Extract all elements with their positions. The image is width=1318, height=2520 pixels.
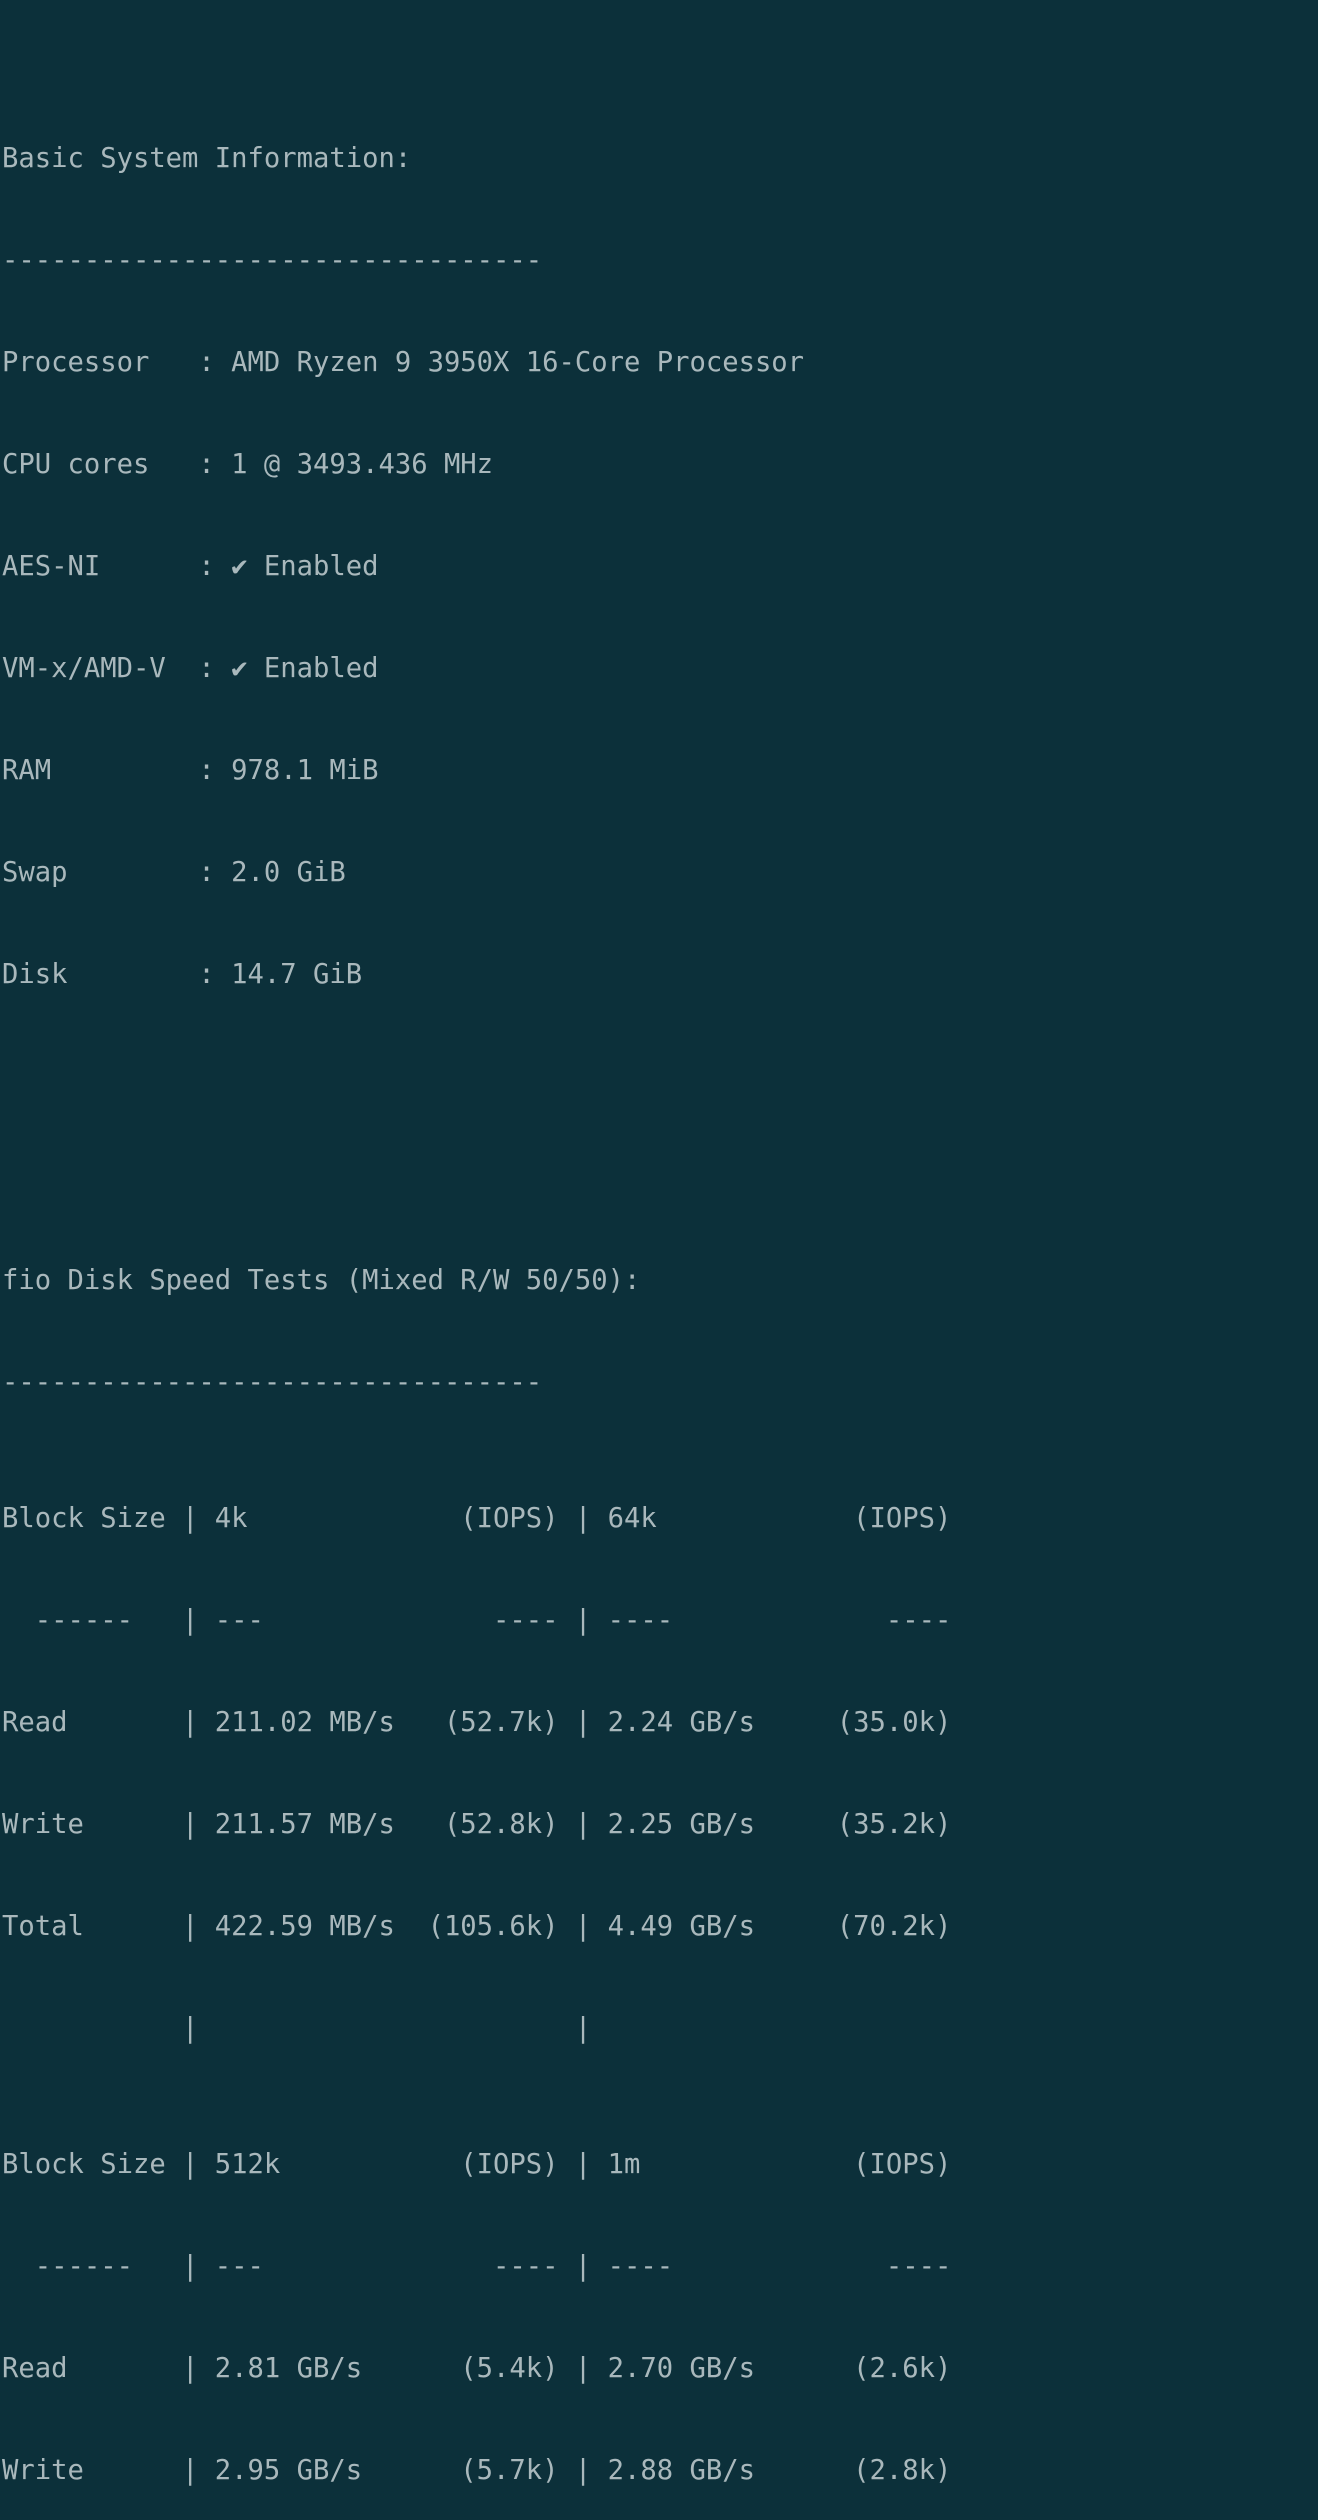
fio-block-1-header: Block Size | 512k (IOPS) | 1m (IOPS) — [2, 2149, 952, 2180]
basic-system-information-rule: --------------------------------- — [2, 245, 543, 276]
fio-block-0-header: Block Size | 4k (IOPS) | 64k (IOPS) — [2, 1503, 952, 1534]
terminal-output: Basic System Information: --------------… — [0, 0, 1318, 2486]
fio-block-0-pipe-spacer: | | — [2, 2013, 592, 2044]
fio-block-1-row-write: Write | 2.95 GB/s (5.7k) | 2.88 GB/s (2.… — [2, 2455, 952, 2486]
fio-block-0-underline: ------ | --- ---- | ---- ---- — [2, 1605, 952, 1636]
system-field-ram: RAM : 978.1 MiB — [2, 755, 379, 786]
fio-rule: --------------------------------- — [2, 1367, 543, 1398]
fio-block-1-row-read: Read | 2.81 GB/s (5.4k) | 2.70 GB/s (2.6… — [2, 2353, 952, 2384]
fio-block-0-row-read: Read | 211.02 MB/s (52.7k) | 2.24 GB/s (… — [2, 1707, 952, 1738]
basic-system-information-heading: Basic System Information: — [2, 143, 412, 174]
system-field-swap: Swap : 2.0 GiB — [2, 857, 346, 888]
system-field-processor: Processor : AMD Ryzen 9 3950X 16-Core Pr… — [2, 347, 805, 378]
fio-heading: fio Disk Speed Tests (Mixed R/W 50/50): — [2, 1265, 641, 1296]
fio-block-1-underline: ------ | --- ---- | ---- ---- — [2, 2251, 952, 2282]
system-field-aes-ni: AES-NI : ✔ Enabled — [2, 551, 379, 582]
system-field-vm-x-amd-v: VM-x/AMD-V : ✔ Enabled — [2, 653, 379, 684]
fio-block-0-row-write: Write | 211.57 MB/s (52.8k) | 2.25 GB/s … — [2, 1809, 952, 1840]
system-field-disk: Disk : 14.7 GiB — [2, 959, 363, 990]
fio-block-0-row-total: Total | 422.59 MB/s (105.6k) | 4.49 GB/s… — [2, 1911, 952, 1942]
system-field-cpu-cores: CPU cores : 1 @ 3493.436 MHz — [2, 449, 494, 480]
